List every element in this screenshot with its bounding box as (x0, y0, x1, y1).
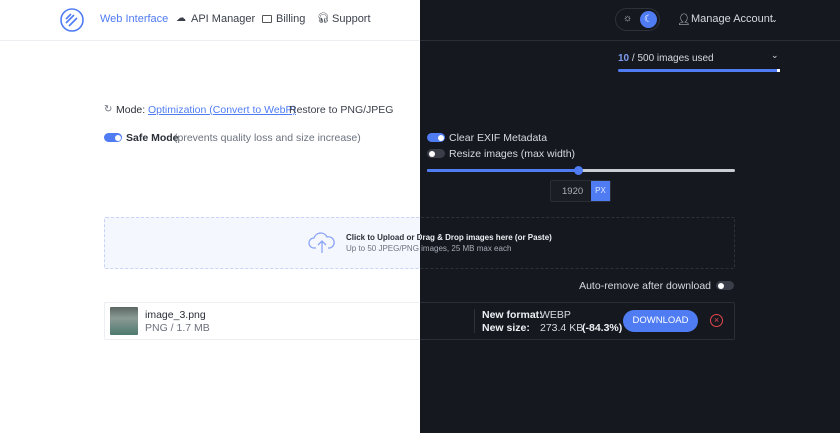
usage-label: / 500 images used (629, 53, 714, 64)
width-value[interactable]: 1920 (562, 186, 583, 197)
new-size-value: 273.4 KB (540, 322, 584, 334)
download-button[interactable]: DOWNLOAD (623, 310, 698, 332)
usage-progress-bar (618, 69, 780, 72)
card-icon (262, 15, 272, 23)
nav-api-manager[interactable]: API Manager (191, 13, 255, 25)
refresh-icon: ↻ (104, 104, 113, 115)
file-row-divider (474, 309, 475, 333)
sun-icon[interactable]: ☼ (623, 13, 632, 24)
safe-mode-label: Safe Mode (126, 132, 179, 144)
new-format-value: WEBP (540, 309, 571, 321)
cloud-icon: ☁ (176, 13, 186, 24)
theme-toggle[interactable]: ☼ ☾ (615, 8, 660, 31)
unit-label: PX (591, 181, 610, 201)
nav-billing[interactable]: Billing (276, 13, 305, 25)
auto-remove-toggle[interactable] (716, 281, 734, 290)
width-input[interactable]: 1920 PX (550, 180, 611, 202)
logo-icon[interactable] (60, 8, 84, 32)
slider-thumb[interactable] (573, 166, 583, 175)
mode-restore-option[interactable]: Restore to PNG/JPEG (289, 104, 393, 116)
chevron-down-icon[interactable]: ⌄ (771, 15, 778, 24)
moon-icon[interactable]: ☾ (640, 11, 657, 28)
usage-chevron-icon[interactable]: ⌄ (771, 50, 779, 61)
mode-optimization-option[interactable]: Optimization (Convert to WebP) (148, 104, 296, 116)
safe-mode-hint: (prevents quality loss and size increase… (174, 132, 361, 144)
clear-exif-label: Clear EXIF Metadata (449, 132, 548, 144)
new-format-label: New format: (482, 309, 543, 321)
file-name: image_3.png (145, 309, 206, 321)
manage-account-button[interactable]: Manage Account (691, 13, 773, 25)
auto-remove-label: Auto-remove after download (579, 280, 711, 292)
clear-exif-toggle[interactable] (427, 133, 445, 142)
mode-label: Mode: (116, 104, 146, 116)
slider-fill (427, 169, 578, 172)
resize-width-slider[interactable] (427, 166, 735, 175)
remove-file-icon[interactable]: × (710, 314, 723, 327)
user-icon: 👤︎ (677, 14, 691, 26)
usage-count: 10 (618, 53, 630, 64)
size-reduction: (-84.3%) (582, 322, 623, 334)
headset-icon: 🎧︎ (317, 13, 330, 24)
safe-mode-toggle[interactable] (104, 133, 122, 142)
cloud-upload-icon (308, 232, 335, 253)
nav-support[interactable]: Support (332, 13, 371, 25)
resize-label: Resize images (max width) (449, 148, 576, 160)
new-size-label: New size: (482, 322, 530, 334)
file-meta: PNG / 1.7 MB (145, 322, 210, 334)
resize-toggle[interactable] (427, 149, 445, 158)
nav-web-interface[interactable]: Web Interface (100, 13, 168, 25)
file-thumbnail (110, 307, 138, 335)
usage-text: 10 / 500 images used (618, 53, 714, 64)
